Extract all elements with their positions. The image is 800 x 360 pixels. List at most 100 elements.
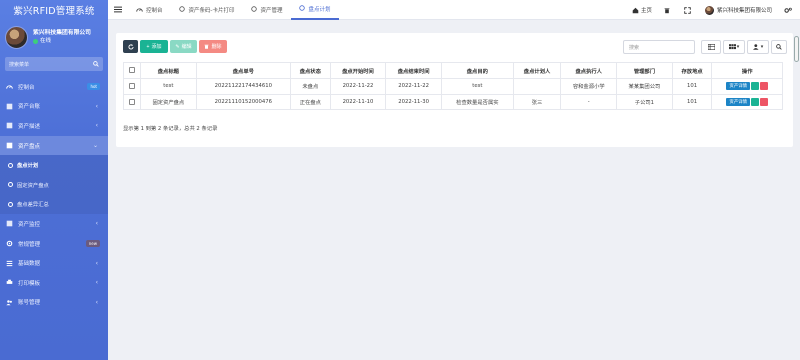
table-search-input[interactable]: 搜索 [623, 40, 695, 54]
columns-button[interactable]: ▾ [723, 40, 745, 54]
main-card: + 添加 ✎ 编辑 删除 搜索 ▾ ▾ 盘点标题 盘点单号 盘点状态 盘点开始时… [116, 33, 793, 147]
sidebar-subitem-label: 固定资产盘点 [17, 182, 49, 189]
add-label: 添加 [151, 44, 162, 50]
user-menu[interactable]: 紫兴科技集团有限公司 [699, 5, 778, 15]
column-header: 操作 [711, 62, 783, 79]
menu-toggle-icon[interactable] [108, 6, 128, 13]
sidebar-item-desc[interactable]: 资产描述 ‹ [0, 116, 108, 136]
row-edit-button[interactable] [751, 97, 759, 106]
home-link[interactable]: 主页 [626, 6, 658, 14]
user-avatar[interactable] [5, 25, 28, 49]
tab-barcode-print[interactable]: 资产条码-卡片打印 [171, 0, 243, 20]
column-header[interactable]: 盘点单号 [195, 62, 291, 79]
asset-detail-button[interactable]: 资产详情 [726, 97, 750, 106]
tab-asset-management[interactable]: 资产管理 [243, 0, 291, 20]
user-avatar [704, 5, 714, 15]
column-header[interactable]: 盘点标题 [140, 62, 197, 79]
table-row[interactable]: test 20221122174434610 未盘点 2022-11-22 20… [123, 78, 783, 95]
add-button[interactable]: + 添加 [140, 40, 168, 53]
tab-label: 控制台 [146, 7, 163, 14]
sidebar-item-label: 打印模板 [18, 280, 41, 287]
chevron-down-icon: ▾ [736, 44, 740, 50]
row-delete-button[interactable] [760, 97, 768, 106]
table-row[interactable]: 固定资产盘点 20221110152000476 正在盘点 2022-11-10… [123, 93, 783, 110]
sidebar-subitem-label: 盘点差异汇总 [17, 202, 49, 209]
sidebar-subitem-plan[interactable]: 盘点计划 [0, 155, 108, 175]
column-header[interactable]: 盘点结束时间 [385, 62, 442, 79]
column-header[interactable]: 盘点开始时间 [329, 62, 387, 79]
settings-button[interactable] [778, 7, 800, 14]
sidebar-item-label: 资产台账 [18, 104, 41, 111]
sidebar-item-print[interactable]: 打印模板 ‹ [0, 273, 108, 293]
cell-title: test [140, 78, 197, 95]
column-header[interactable]: 盘点计划人 [512, 62, 562, 79]
tab-label: 盘点计划 [308, 6, 331, 13]
tab-dashboard[interactable]: 控制台 [128, 0, 171, 20]
tab-inventory-plan[interactable]: 盘点计划 [290, 0, 339, 20]
tab-label: 资产条码-卡片打印 [188, 7, 235, 14]
chevron-left-icon: ‹ [95, 259, 98, 267]
cell-number: 20221110152000476 [195, 93, 291, 110]
chevron-left-icon: ‹ [95, 298, 98, 306]
cell-planner: 张三 [512, 93, 562, 110]
row-select-cell[interactable] [123, 93, 141, 110]
export-button[interactable]: ▾ [747, 40, 769, 54]
columns-icon [728, 44, 736, 50]
row-select-cell[interactable] [123, 78, 141, 95]
fullscreen-button[interactable] [678, 6, 699, 14]
circle-icon [178, 6, 186, 13]
cell-number: 20221122174434610 [195, 78, 291, 95]
sidebar-item-inventory[interactable]: 资产盘点 ⌄ [0, 135, 108, 156]
chevron-down-icon: ⌄ [92, 142, 98, 150]
asset-detail-button[interactable]: 资产详情 [726, 82, 750, 91]
row-edit-button[interactable] [751, 82, 759, 91]
row-checkbox[interactable] [129, 83, 135, 89]
sidebar-item-dashboard[interactable]: 控制台 hot [0, 77, 108, 97]
sidebar-subitem-diff[interactable]: 盘点差异汇总 [0, 194, 108, 215]
app-brand[interactable]: 紫兴RFID管理系统 [0, 0, 108, 20]
pencil-icon: ✎ [175, 43, 180, 50]
select-all-cell[interactable] [123, 62, 141, 79]
row-delete-button[interactable] [760, 82, 768, 91]
column-header[interactable]: 管理部门 [616, 62, 673, 79]
refresh-button[interactable] [123, 40, 138, 53]
delete-label: 删除 [211, 44, 222, 50]
page-scrollbar[interactable] [794, 36, 799, 62]
column-header[interactable]: 盘点目的 [441, 62, 514, 79]
home-label: 主页 [640, 8, 652, 14]
chevron-left-icon: ‹ [95, 220, 98, 228]
sidebar-item-account[interactable]: 账号管理 ‹ [0, 293, 108, 313]
refresh-icon [127, 43, 134, 49]
sidebar-item-label: 资产描述 [18, 123, 41, 130]
edit-button[interactable]: ✎ 编辑 [170, 40, 197, 53]
column-header[interactable]: 存放地点 [671, 62, 713, 79]
list-view-icon [707, 44, 715, 50]
sidebar-subitem-fixed-asset[interactable]: 固定资产盘点 [0, 174, 108, 195]
clear-cache-button[interactable] [658, 7, 678, 14]
cell-end: 2022-11-22 [385, 78, 442, 95]
delete-button[interactable]: 删除 [199, 40, 227, 53]
sidebar-item-monitor[interactable]: 资产监控 ‹ [0, 214, 108, 234]
advanced-search-button[interactable] [771, 40, 787, 54]
column-header[interactable]: 盘点执行人 [560, 62, 618, 79]
table-header-row: 盘点标题 盘点单号 盘点状态 盘点开始时间 盘点结束时间 盘点目的 盘点计划人 … [123, 62, 783, 79]
sidebar-item-basic-data[interactable]: 基础数据 ‹ [0, 253, 108, 273]
search-icon[interactable] [93, 61, 99, 67]
toggle-view-button[interactable] [701, 40, 721, 54]
sidebar-item-ledger[interactable]: 资产台账 ‹ [0, 97, 108, 117]
data-icon [6, 260, 13, 267]
gears-icon [784, 7, 792, 13]
row-checkbox[interactable] [129, 98, 135, 105]
cell-actions: 资产详情 [711, 93, 783, 110]
sidebar-item-general[interactable]: 常规管理 new [0, 234, 108, 254]
account-icon [6, 299, 13, 306]
column-header[interactable]: 盘点状态 [289, 62, 331, 79]
select-all-checkbox[interactable] [129, 67, 135, 74]
sidebar-search-input[interactable]: 搜索菜单 [5, 57, 103, 71]
cell-purpose: test [441, 78, 514, 95]
chevron-left-icon: ‹ [95, 279, 98, 287]
inventory-plan-table: 盘点标题 盘点单号 盘点状态 盘点开始时间 盘点结束时间 盘点目的 盘点计划人 … [123, 62, 783, 110]
cell-status: 未盘点 [289, 78, 331, 95]
cell-executor: - [560, 93, 618, 110]
online-dot-icon [33, 38, 38, 44]
